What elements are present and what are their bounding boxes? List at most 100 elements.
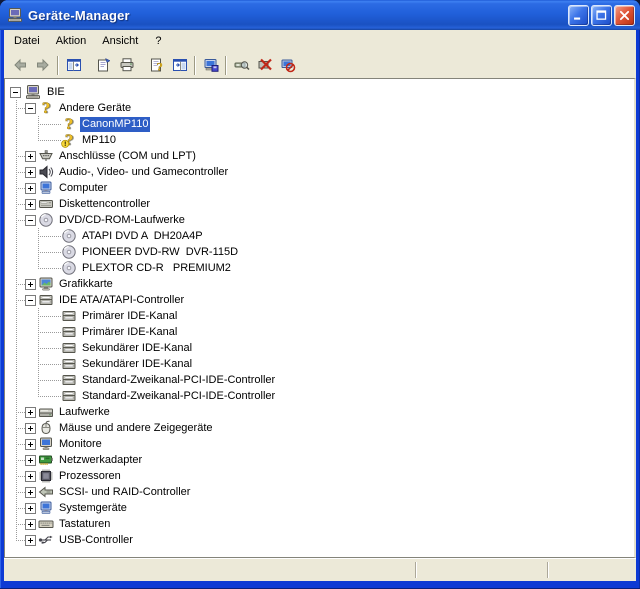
tree-item-audio-video-und-gamecontroller[interactable]: Audio-, Video- und Gamecontroller [5,164,634,180]
tree-item-label[interactable]: Primärer IDE-Kanal [80,325,179,340]
tree-item-label[interactable]: Audio-, Video- und Gamecontroller [57,165,230,180]
tree-item-label[interactable]: Monitore [57,437,104,452]
tree-item-label[interactable]: DVD/CD-ROM-Laufwerke [57,213,187,228]
tree-item-label[interactable]: Computer [57,181,109,196]
tree-item-grafikkarte[interactable]: Grafikkarte [5,276,634,292]
tree-item-sekundärer-ide-kanal[interactable]: Sekundärer IDE-Kanal [5,356,634,372]
close-button[interactable] [614,5,635,26]
tree-item-label[interactable]: CanonMP110 [80,117,150,132]
tree-item-label[interactable]: Tastaturen [57,517,112,532]
tree-item-atapi-dvd-a-dh20a4p[interactable]: ATAPI DVD A DH20A4P [5,228,634,244]
toolbar-separator [225,56,227,75]
tree-item-standard-zweikanal-pci-ide-controller[interactable]: Standard-Zweikanal-PCI-IDE-Controller [5,372,634,388]
tree-item-label[interactable]: Sekundärer IDE-Kanal [80,357,194,372]
expand-toggle[interactable] [25,279,36,290]
tree-item-scsi-und-raid-controller[interactable]: SCSI- und RAID-Controller [5,484,634,500]
tree-item-label[interactable]: Laufwerke [57,405,112,420]
menu-item-[interactable]: ? [146,32,170,50]
tree-item-prozessoren[interactable]: Prozessoren [5,468,634,484]
tree-item-anschlüsse-com-und-lpt[interactable]: Anschlüsse (COM und LPT) [5,148,634,164]
show-console-tree-button[interactable] [62,54,85,76]
menu-item-ansicht[interactable]: Ansicht [94,32,146,50]
collapse-toggle[interactable] [25,103,36,114]
minimize-button[interactable] [568,5,589,26]
collapse-toggle[interactable] [25,215,36,226]
tree-item-diskettencontroller[interactable]: Diskettencontroller [5,196,634,212]
expand-toggle[interactable] [25,535,36,546]
tree-item-label[interactable]: IDE ATA/ATAPI-Controller [57,293,186,308]
tree-item-label[interactable]: Anschlüsse (COM und LPT) [57,149,198,164]
tree-item-label[interactable]: Sekundärer IDE-Kanal [80,341,194,356]
tree-item-label[interactable]: Mäuse und andere Zeigegeräte [57,421,215,436]
disk-controller-icon [38,196,54,212]
tree-item-plextor-cd-r-premium2[interactable]: PLEXTOR CD-R PREMIUM2 [5,260,634,276]
toolbar-separator [57,56,59,75]
menu-item-datei[interactable]: Datei [6,32,48,50]
tree-item-mp110[interactable]: ??!MP110 [5,132,634,148]
statusbar-pane [4,559,415,581]
tree-item-primärer-ide-kanal[interactable]: Primärer IDE-Kanal [5,308,634,324]
tree-item-label[interactable]: BIE [45,85,67,100]
tree-item-label[interactable]: Standard-Zweikanal-PCI-IDE-Controller [80,373,277,388]
tree-item-andere-geräte[interactable]: ??Andere Geräte [5,100,634,116]
tree-item-label[interactable]: Grafikkarte [57,277,115,292]
tree-item-label[interactable]: USB-Controller [57,533,135,548]
tree-item-dvd-cd-rom-laufwerke[interactable]: DVD/CD-ROM-Laufwerke [5,212,634,228]
expand-toggle[interactable] [25,151,36,162]
tree-item-label[interactable]: PIONEER DVD-RW DVR-115D [80,245,240,260]
scan-hardware-changes-button[interactable] [230,54,253,76]
tree-item-label[interactable]: Systemgeräte [57,501,129,516]
tree-item-label[interactable]: Andere Geräte [57,101,133,116]
disable-device-button[interactable] [253,54,276,76]
uninstall-device-button[interactable] [276,54,299,76]
expand-toggle[interactable] [25,423,36,434]
tree-item-mäuse-und-andere-zeigegeräte[interactable]: Mäuse und andere Zeigegeräte [5,420,634,436]
expand-toggle[interactable] [25,183,36,194]
title-bar[interactable]: Geräte-Manager [0,0,640,30]
expand-toggle[interactable] [25,407,36,418]
tree-item-primärer-ide-kanal[interactable]: Primärer IDE-Kanal [5,324,634,340]
tree-item-label[interactable]: ATAPI DVD A DH20A4P [80,229,205,244]
forward-icon [35,57,51,73]
tree-item-label[interactable]: Netzwerkadapter [57,453,144,468]
collapse-toggle[interactable] [10,87,21,98]
expand-toggle[interactable] [25,519,36,530]
print-button[interactable] [115,54,138,76]
tree-item-standard-zweikanal-pci-ide-controller[interactable]: Standard-Zweikanal-PCI-IDE-Controller [5,388,634,404]
tree-item-bie[interactable]: BIE [5,84,634,100]
maximize-button[interactable] [591,5,612,26]
menu-item-aktion[interactable]: Aktion [48,32,95,50]
tree-item-label[interactable]: SCSI- und RAID-Controller [57,485,192,500]
tree-item-sekundärer-ide-kanal[interactable]: Sekundärer IDE-Kanal [5,340,634,356]
expand-toggle[interactable] [25,167,36,178]
tree-item-label[interactable]: Standard-Zweikanal-PCI-IDE-Controller [80,389,277,404]
tree-item-computer[interactable]: Computer [5,180,634,196]
tree-item-label[interactable]: Diskettencontroller [57,197,152,212]
tree-item-usb-controller[interactable]: USB-Controller [5,532,634,548]
show-action-pane-button[interactable] [168,54,191,76]
expand-toggle[interactable] [25,471,36,482]
collapse-toggle[interactable] [25,295,36,306]
tree-item-ide-ata-atapi-controller[interactable]: IDE ATA/ATAPI-Controller [5,292,634,308]
tree-item-label[interactable]: Primärer IDE-Kanal [80,309,179,324]
help-button[interactable]: ? [145,54,168,76]
expand-toggle[interactable] [25,199,36,210]
tree-item-laufwerke[interactable]: Laufwerke [5,404,634,420]
disable-device-icon [257,57,273,73]
expand-toggle[interactable] [25,487,36,498]
update-driver-button[interactable] [199,54,222,76]
expand-toggle[interactable] [25,439,36,450]
tree-item-label[interactable]: PLEXTOR CD-R PREMIUM2 [80,261,233,276]
network-adapter-icon [38,452,54,468]
tree-item-systemgeräte[interactable]: Systemgeräte [5,500,634,516]
expand-toggle[interactable] [25,455,36,466]
tree-item-label[interactable]: Prozessoren [57,469,123,484]
tree-item-tastaturen[interactable]: Tastaturen [5,516,634,532]
tree-item-pioneer-dvd-rw-dvr-115d[interactable]: PIONEER DVD-RW DVR-115D [5,244,634,260]
tree-item-netzwerkadapter[interactable]: Netzwerkadapter [5,452,634,468]
tree-item-label[interactable]: MP110 [80,133,118,148]
tree-item-canonmp110[interactable]: ??CanonMP110 [5,116,634,132]
tree-item-monitore[interactable]: Monitore [5,436,634,452]
expand-toggle[interactable] [25,503,36,514]
properties-button[interactable] [92,54,115,76]
